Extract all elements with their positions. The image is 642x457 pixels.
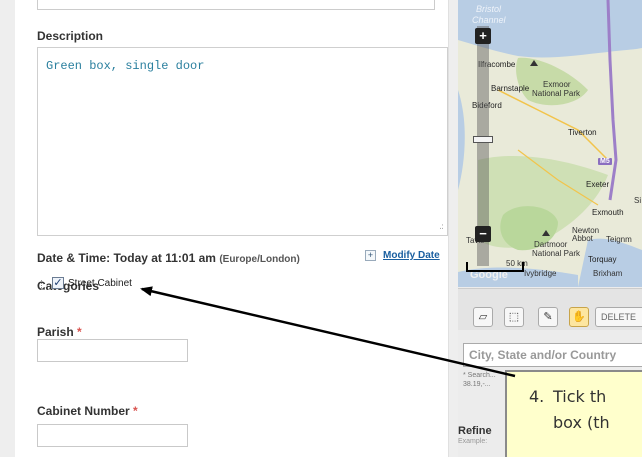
delete-button[interactable]: DELETE (595, 307, 642, 327)
description-value: Green box, single door (46, 59, 205, 73)
plus-icon: + (365, 250, 376, 261)
tree-connector (41, 280, 51, 290)
cabinet-number-input[interactable] (37, 424, 188, 447)
location-search-input[interactable]: City, State and/or Country (463, 343, 642, 367)
map-label-dartmoor-np: National Park (532, 249, 581, 258)
parish-label: Parish * (37, 325, 82, 339)
top-field-input[interactable] (37, 0, 435, 10)
map-label-barnstaple: Barnstaple (491, 84, 530, 93)
location-hint-1: * Search... (463, 372, 496, 379)
map-label-torquay: Torquay (588, 255, 617, 264)
callout-line-2: box (th (553, 413, 610, 432)
road-m5-badge: M5 (598, 158, 612, 165)
description-textarea[interactable]: Green box, single door .: (37, 47, 448, 236)
pan-hand-icon[interactable]: ✋ (569, 307, 589, 327)
map-view[interactable]: Bristol Channel Ilfracombe Barnstaple Ex… (458, 0, 642, 287)
parish-input[interactable] (37, 339, 188, 362)
map-label-exmoor: Exmoor (543, 80, 571, 89)
street-cabinet-checkbox[interactable]: ✓ (52, 277, 64, 289)
description-label: Description (37, 29, 104, 43)
map-toolbar: ▱ ⬚ ✎ ✋ DELETE (458, 288, 642, 330)
map-label-brixham: Brixham (593, 269, 623, 278)
scale-bar (466, 262, 524, 272)
map-label-teignmouth: Teignm (606, 235, 632, 244)
instruction-callout: 4. Tick th box (th (505, 370, 642, 457)
zoom-out-button[interactable]: − (475, 226, 491, 242)
draw-polygon-icon[interactable]: ▱ (473, 307, 493, 327)
location-hint-2: 38.19,-... (463, 381, 491, 388)
timezone-label: (Europe/London) (219, 254, 300, 265)
modify-date-label: Modify Date (383, 250, 440, 261)
datetime-text: Date & Time: Today at 11:01 am (Europe/L… (37, 251, 300, 265)
callout-line-1: Tick th (553, 387, 607, 406)
edit-pencil-icon[interactable]: ✎ (538, 307, 558, 327)
map-label-ivybridge: Ivybridge (524, 269, 557, 278)
report-form: Description Green box, single door .: Da… (15, 0, 449, 457)
draw-shape-icon[interactable]: ⬚ (504, 307, 524, 327)
map-label-exmouth: Exmouth (592, 208, 624, 217)
map-label-dartmoor: Dartmoor (534, 240, 568, 249)
map-label-si: Si (634, 196, 642, 205)
map-label-channel: Channel (472, 15, 506, 25)
zoom-in-button[interactable]: + (475, 28, 491, 44)
cabinet-number-label: Cabinet Number * (37, 404, 138, 418)
resize-grip-icon[interactable]: .: (439, 222, 444, 232)
map-label-tiverton: Tiverton (568, 128, 597, 137)
modify-date-link[interactable]: + Modify Date (365, 250, 440, 261)
refine-label: Refine (458, 425, 492, 437)
map-label-exeter: Exeter (586, 180, 610, 189)
map-label-abbot: Abbot (572, 234, 593, 243)
refine-example: Example: (458, 438, 488, 445)
datetime-label: Date & Time: Today at 11:01 am (37, 251, 216, 265)
map-label-exmoor-np: National Park (532, 89, 581, 98)
map-label-bristol: Bristol (476, 4, 502, 14)
zoom-slider-handle[interactable] (473, 136, 493, 143)
street-cabinet-label: Street Cabinet (68, 278, 132, 289)
callout-number: 4. (529, 387, 545, 406)
